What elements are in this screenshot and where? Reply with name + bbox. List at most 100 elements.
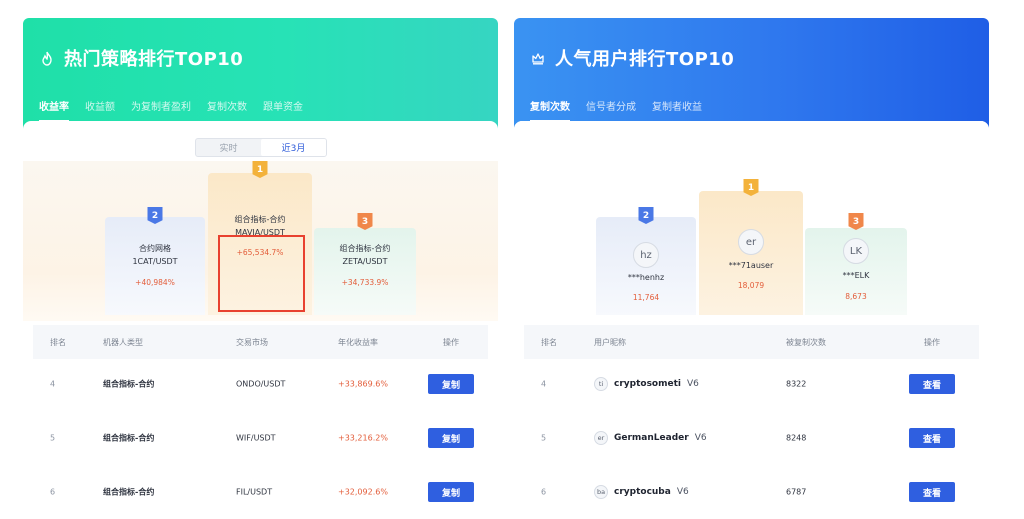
col-nickname: 用户昵称	[594, 337, 626, 347]
podium-second[interactable]: 2 合约网格 1CAT/USDT +40,984%	[105, 203, 205, 315]
col-market: 交易市场	[236, 337, 268, 347]
row-username: GermanLeader	[614, 433, 689, 443]
view-button[interactable]: 查看	[909, 374, 955, 394]
popular-user-panel: 人气用户排行TOP10 复制次数 信号者分成 复制者收益 2 hz ***hen…	[514, 18, 989, 519]
flame-icon	[39, 50, 55, 66]
highlight-box	[218, 235, 305, 312]
row-username: cryptocuba	[614, 487, 671, 497]
col-bot-type: 机器人类型	[103, 337, 143, 347]
tab-copier-profit[interactable]: 为复制者盈利	[131, 98, 191, 122]
vip-level-badge: V6	[676, 487, 689, 497]
popular-user-title-text: 人气用户排行TOP10	[555, 49, 735, 70]
row-rank: 6	[50, 487, 56, 497]
page: 热门策略排行TOP10 收益率 收益额 为复制者盈利 复制次数 跟单资金 2 合…	[0, 0, 1024, 519]
podium-third-card	[314, 228, 416, 315]
row-bot-type: 组合指标-合约	[103, 487, 155, 497]
user-card: 2 hz ***henhz 11,764 1 er ***71auser 18,…	[514, 121, 989, 519]
row-rank: 5	[50, 433, 56, 443]
row-market: FIL/USDT	[236, 487, 273, 497]
row-user[interactable]: ba cryptocuba V6	[594, 485, 689, 499]
strategy-table-header: 排名 机器人类型 交易市场 年化收益率 操作	[33, 325, 488, 359]
row-market: ONDO/USDT	[236, 379, 286, 389]
strategy-card: 2 合约网格 1CAT/USDT +40,984% 1 组合指标-合约 MAVI…	[23, 121, 498, 519]
col-copied-count: 被复制次数	[786, 337, 826, 347]
podium-first[interactable]: 1 er ***71auser 18,079	[699, 179, 803, 315]
podium-first-type: 组合指标-合约	[234, 215, 286, 224]
podium-second-value: 11,764	[632, 293, 660, 302]
podium-second-card	[105, 217, 205, 315]
tab-copy-times[interactable]: 复制次数	[530, 98, 570, 122]
row-rank: 4	[541, 379, 547, 389]
podium-third[interactable]: 3 LK ***ELK 8,673	[805, 213, 907, 315]
row-bot-type: 组合指标-合约	[103, 379, 155, 389]
hot-strategy-panel: 热门策略排行TOP10 收益率 收益额 为复制者盈利 复制次数 跟单资金 2 合…	[23, 18, 498, 519]
col-action: 操作	[924, 337, 940, 347]
table-row: 6 组合指标-合约 FIL/USDT +32,092.6% 复制	[33, 467, 488, 517]
avatar: er	[738, 229, 764, 255]
avatar: hz	[633, 242, 659, 268]
row-rank: 4	[50, 379, 56, 389]
row-rank: 6	[541, 487, 547, 497]
avatar: er	[594, 431, 608, 445]
tab-copier-earnings[interactable]: 复制者收益	[652, 98, 702, 122]
tab-follow-funds[interactable]: 跟单资金	[263, 98, 303, 122]
podium-second-user: ***henhz	[627, 273, 665, 282]
table-row: 5 组合指标-合约 WIF/USDT +33,216.2% 复制	[33, 413, 488, 463]
row-copied-count: 6787	[786, 487, 807, 497]
table-row: 5 er GermanLeader V6 8248 查看	[524, 413, 979, 463]
row-rank: 5	[541, 433, 547, 443]
row-copied-count: 8322	[786, 379, 807, 389]
user-podium-area: 2 hz ***henhz 11,764 1 er ***71auser 18,…	[514, 121, 989, 317]
row-user[interactable]: ti cryptosometi V6	[594, 377, 699, 391]
strategy-tabs: 收益率 收益额 为复制者盈利 复制次数 跟单资金	[39, 98, 303, 122]
col-annual-yield: 年化收益率	[338, 337, 378, 347]
podium-third-value: 8,673	[845, 292, 867, 301]
podium-third-user: ***ELK	[842, 271, 870, 280]
podium-second-pair: 1CAT/USDT	[132, 257, 178, 266]
podium-second-type: 合约网格	[139, 244, 171, 253]
tab-signal-share[interactable]: 信号者分成	[586, 98, 636, 122]
podium-first-user: ***71auser	[728, 261, 774, 270]
podium-third-value: +34,733.9%	[341, 278, 389, 287]
time-range-realtime[interactable]: 实时	[196, 139, 261, 156]
time-range-3-months[interactable]: 近3月	[261, 139, 326, 156]
row-yield: +32,092.6%	[338, 487, 388, 497]
row-username: cryptosometi	[614, 379, 681, 389]
table-row: 4 ti cryptosometi V6 8322 查看	[524, 359, 979, 409]
podium-second[interactable]: 2 hz ***henhz 11,764	[596, 203, 696, 315]
col-rank: 排名	[50, 337, 66, 347]
vip-level-badge: V6	[694, 433, 707, 443]
avatar: LK	[843, 238, 869, 264]
avatar: ba	[594, 485, 608, 499]
podium-second-value: +40,984%	[135, 278, 175, 287]
row-bot-type: 组合指标-合约	[103, 433, 155, 443]
tab-yield-rate[interactable]: 收益率	[39, 98, 69, 122]
vip-level-badge: V6	[686, 379, 699, 389]
podium-third[interactable]: 3 组合指标-合约 ZETA/USDT +34,733.9%	[314, 213, 416, 315]
podium-first-value: 18,079	[737, 281, 765, 290]
row-user[interactable]: er GermanLeader V6	[594, 431, 707, 445]
hot-strategy-title-text: 热门策略排行TOP10	[64, 49, 244, 70]
col-action: 操作	[443, 337, 459, 347]
podium-third-type: 组合指标-合约	[339, 244, 391, 253]
hot-strategy-title: 热门策略排行TOP10	[39, 46, 243, 70]
tab-copy-count[interactable]: 复制次数	[207, 98, 247, 122]
user-table-header: 排名 用户昵称 被复制次数 操作	[524, 325, 979, 359]
table-row: 6 ba cryptocuba V6 6787 查看	[524, 467, 979, 517]
view-button[interactable]: 查看	[909, 482, 955, 502]
time-range-toggle: 实时 近3月	[195, 138, 327, 157]
table-row: 4 组合指标-合约 ONDO/USDT +33,869.6% 复制	[33, 359, 488, 409]
copy-button[interactable]: 复制	[428, 374, 474, 394]
crown-icon	[530, 50, 546, 66]
tab-yield-amount[interactable]: 收益额	[85, 98, 115, 122]
row-yield: +33,869.6%	[338, 379, 388, 389]
popular-user-title: 人气用户排行TOP10	[530, 46, 734, 70]
col-rank: 排名	[541, 337, 557, 347]
copy-button[interactable]: 复制	[428, 428, 474, 448]
avatar: ti	[594, 377, 608, 391]
podium-third-pair: ZETA/USDT	[342, 257, 388, 266]
view-button[interactable]: 查看	[909, 428, 955, 448]
row-copied-count: 8248	[786, 433, 807, 443]
row-market: WIF/USDT	[236, 433, 276, 443]
copy-button[interactable]: 复制	[428, 482, 474, 502]
